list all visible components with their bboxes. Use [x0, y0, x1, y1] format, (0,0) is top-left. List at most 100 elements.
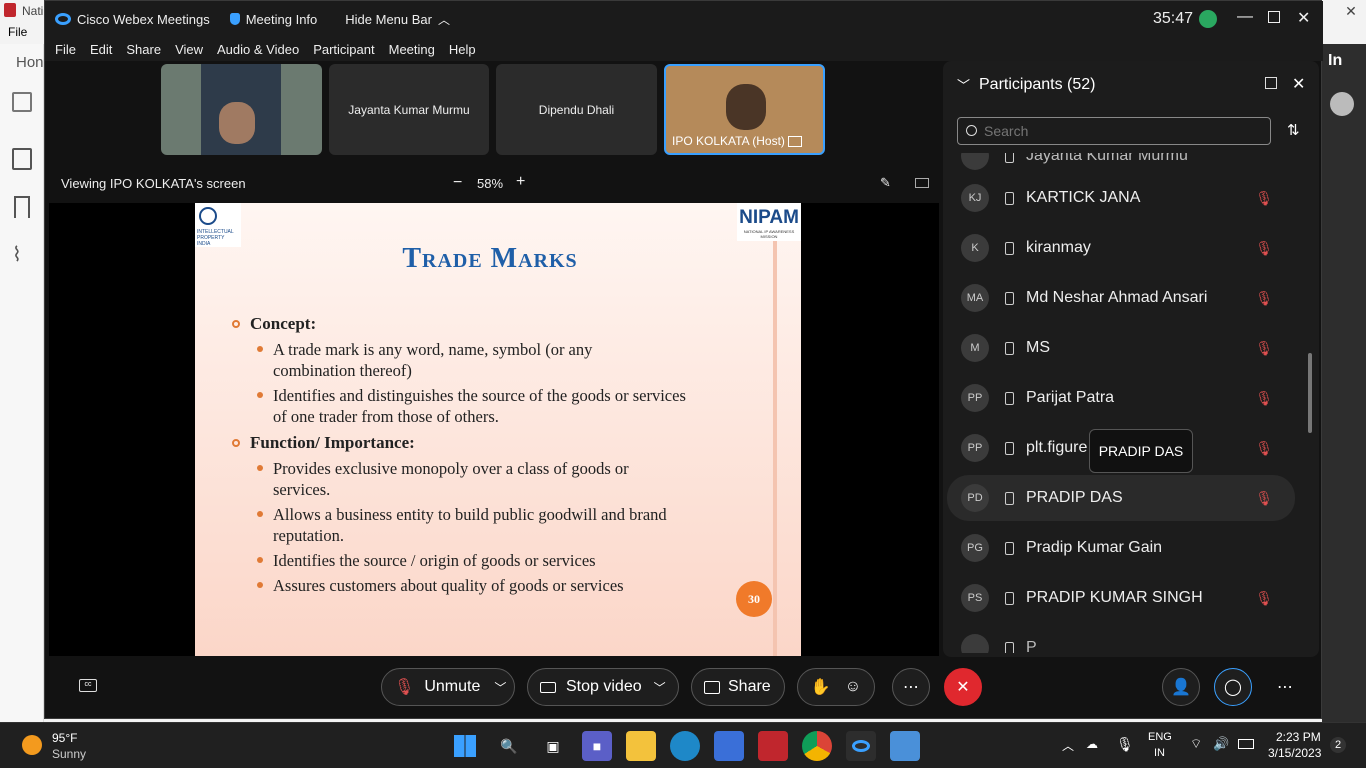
menu-view[interactable]: View [175, 42, 203, 57]
muted-mic-icon[interactable]: 🎙 [1255, 340, 1273, 357]
chevron-down-icon[interactable]: ﹀ [654, 679, 666, 696]
minimize-icon[interactable]: — [1237, 8, 1253, 26]
stop-video-button[interactable]: Stop video ﹀ [527, 668, 679, 706]
scrollbar[interactable] [1305, 153, 1315, 647]
hide-menu-bar-button[interactable]: Hide Menu Bar [345, 12, 432, 27]
weather-temp[interactable]: 95°F [52, 731, 77, 745]
acrobat-icon[interactable] [758, 731, 788, 761]
menu-help[interactable]: Help [449, 42, 476, 57]
sort-icon[interactable]: ⇅ [1287, 121, 1300, 139]
list-item[interactable]: MA Md Neshar Ahmad Ansari 🎙 [947, 275, 1295, 321]
share-button[interactable]: Share [691, 668, 785, 706]
region-code[interactable]: IN [1154, 747, 1165, 759]
menu-meeting[interactable]: Meeting [389, 42, 435, 57]
chat-icon[interactable]: ■ [582, 731, 612, 761]
panel-more-icon[interactable]: ⋯ [1277, 677, 1293, 697]
participant-name: KARTICK JANA [1026, 189, 1141, 206]
meeting-timer: 35:47 [1153, 10, 1194, 27]
list-item[interactable]: P [947, 625, 1295, 653]
edge-icon[interactable] [670, 731, 700, 761]
reactions-icon[interactable]: ☺ [845, 678, 861, 696]
participant-name: Parijat Patra [1026, 389, 1115, 406]
chevron-up-icon[interactable]: ︿ [438, 11, 450, 28]
network-health-icon[interactable] [1199, 10, 1217, 28]
background-home-tab[interactable]: Hon [16, 54, 44, 71]
start-icon[interactable] [450, 731, 480, 761]
chevron-down-icon[interactable]: ﹀ [957, 75, 970, 94]
scrollbar-thumb[interactable] [1308, 353, 1312, 433]
participants-button[interactable]: 👤 [1162, 668, 1200, 706]
chat-button[interactable]: ◯ [1214, 668, 1252, 706]
clock-time[interactable]: 2:23 PM [1276, 730, 1321, 744]
mic-tray-icon[interactable]: 🎙 [1116, 736, 1134, 753]
popout-icon[interactable] [1265, 77, 1277, 89]
muted-mic-icon[interactable]: 🎙 [1255, 440, 1273, 457]
chevron-down-icon[interactable]: ﹀ [494, 679, 506, 696]
zoom-in-icon[interactable]: + [516, 173, 525, 191]
bookmark-icon[interactable] [14, 196, 30, 218]
list-item[interactable]: PS PRADIP KUMAR SINGH 🎙 [947, 575, 1295, 621]
list-item[interactable]: PP Parijat Patra 🎙 [947, 375, 1295, 421]
menu-file[interactable]: File [55, 42, 76, 57]
list-item[interactable]: M MS 🎙 [947, 325, 1295, 371]
chevron-up-icon[interactable]: ︿ [1062, 737, 1074, 754]
webex-window: Cisco Webex Meetings Meeting Info Hide M… [44, 0, 1323, 719]
more-options-button[interactable]: ⋯ [892, 668, 930, 706]
menu-edit[interactable]: Edit [90, 42, 112, 57]
list-item[interactable]: K kiranmay 🎙 [947, 225, 1295, 271]
list-item[interactable]: PG Pradip Kumar Gain [947, 525, 1295, 571]
zoom-out-icon[interactable]: − [453, 174, 462, 192]
network-tray-icon[interactable]: ☁ [1086, 737, 1098, 751]
meeting-info-button[interactable]: Meeting Info [246, 12, 318, 27]
save-icon[interactable] [12, 92, 32, 112]
wifi-icon[interactable]: ⌔ [1190, 736, 1202, 752]
account-icon[interactable] [1330, 92, 1354, 116]
menu-audio-video[interactable]: Audio & Video [217, 42, 299, 57]
clock-date[interactable]: 3/15/2023 [1268, 746, 1321, 760]
leave-meeting-button[interactable]: ✕ [944, 668, 982, 706]
weather-desc[interactable]: Sunny [52, 747, 86, 761]
video-tile-3[interactable]: Dipendu Dhali [496, 64, 657, 155]
muted-mic-icon[interactable]: 🎙 [1255, 240, 1273, 257]
webex-menubar: File Edit Share View Audio & Video Parti… [45, 37, 1323, 61]
background-close-icon[interactable]: ✕ [1336, 0, 1366, 22]
video-tile-2[interactable]: Jayanta Kumar Murmu [329, 64, 489, 155]
webex-taskbar-icon[interactable] [846, 731, 876, 761]
volume-icon[interactable]: 🔊 [1213, 736, 1229, 752]
background-title: Nati [22, 4, 44, 18]
chrome-icon[interactable] [802, 731, 832, 761]
muted-mic-icon[interactable]: 🎙 [1255, 290, 1273, 307]
list-item[interactable]: KJ KARTICK JANA 🎙 [947, 175, 1295, 221]
search-icon[interactable]: 🔍 [494, 731, 524, 761]
unmute-button[interactable]: 🎙 Unmute ﹀ [381, 668, 515, 706]
photos-icon[interactable] [890, 731, 920, 761]
meeting-controls: cc 🎙 Unmute ﹀ Stop video ﹀ Share ✋ ☺ ⋯ ✕… [45, 663, 1323, 719]
close-icon[interactable]: ✕ [1297, 8, 1310, 28]
task-view-icon[interactable]: ▣ [538, 731, 568, 761]
maximize-icon[interactable] [1268, 11, 1280, 23]
menu-participant[interactable]: Participant [313, 42, 374, 57]
raise-hand-icon[interactable]: ✋ [811, 677, 831, 697]
notification-badge[interactable]: 2 [1330, 737, 1346, 753]
store-icon[interactable] [714, 731, 744, 761]
pages-icon[interactable] [12, 148, 32, 170]
phone-icon [1005, 441, 1014, 455]
list-item[interactable]: PD PRADIP DAS 🎙 [947, 475, 1295, 521]
menu-share[interactable]: Share [126, 42, 161, 57]
background-menu-file[interactable]: File [8, 25, 27, 39]
captions-icon[interactable]: cc [79, 679, 97, 692]
battery-icon[interactable] [1238, 739, 1254, 749]
annotate-icon[interactable]: ✎ [880, 175, 891, 191]
muted-mic-icon[interactable]: 🎙 [1255, 390, 1273, 407]
file-explorer-icon[interactable] [626, 731, 656, 761]
muted-mic-icon[interactable]: 🎙 [1255, 190, 1273, 207]
search-input[interactable] [984, 120, 1264, 142]
attachment-icon[interactable]: ⌇ [12, 242, 22, 267]
language-code[interactable]: ENG [1148, 731, 1172, 743]
video-tile-1[interactable] [161, 64, 322, 155]
view-options-icon[interactable] [915, 178, 929, 188]
panel-close-icon[interactable]: ✕ [1292, 74, 1305, 94]
muted-mic-icon[interactable]: 🎙 [1255, 490, 1273, 507]
muted-mic-icon[interactable]: 🎙 [1255, 590, 1273, 607]
video-tile-4[interactable]: IPO KOLKATA (Host) [664, 64, 825, 155]
